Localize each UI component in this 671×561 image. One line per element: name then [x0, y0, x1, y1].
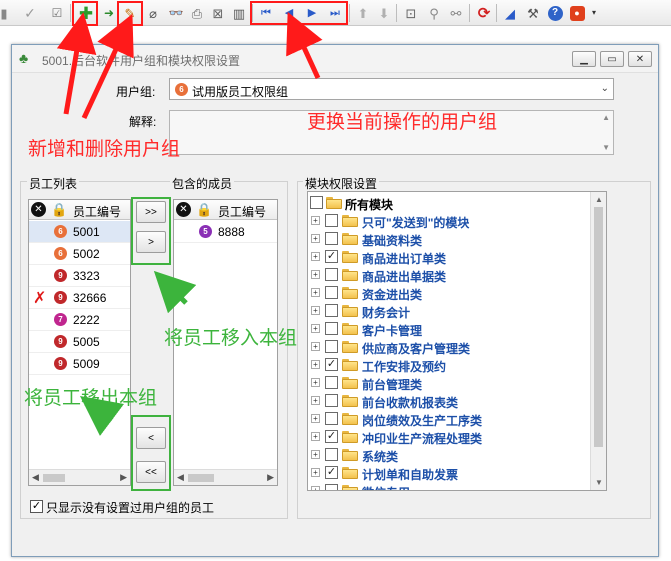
annotation-move-out: 将员工移出本组	[24, 388, 158, 409]
annotation-change-group: 更换当前操作的用户组	[307, 112, 498, 133]
annotation-arrows	[56, 11, 323, 436]
arrow-move-in	[153, 270, 197, 314]
arrow-to-navigation	[286, 11, 323, 80]
arrow-to-edit	[81, 13, 134, 120]
arrow-to-add	[56, 12, 97, 115]
annotation-add-delete: 新增和删除用户组	[28, 139, 181, 160]
annotation-move-in: 将员工移入本组	[164, 328, 298, 349]
